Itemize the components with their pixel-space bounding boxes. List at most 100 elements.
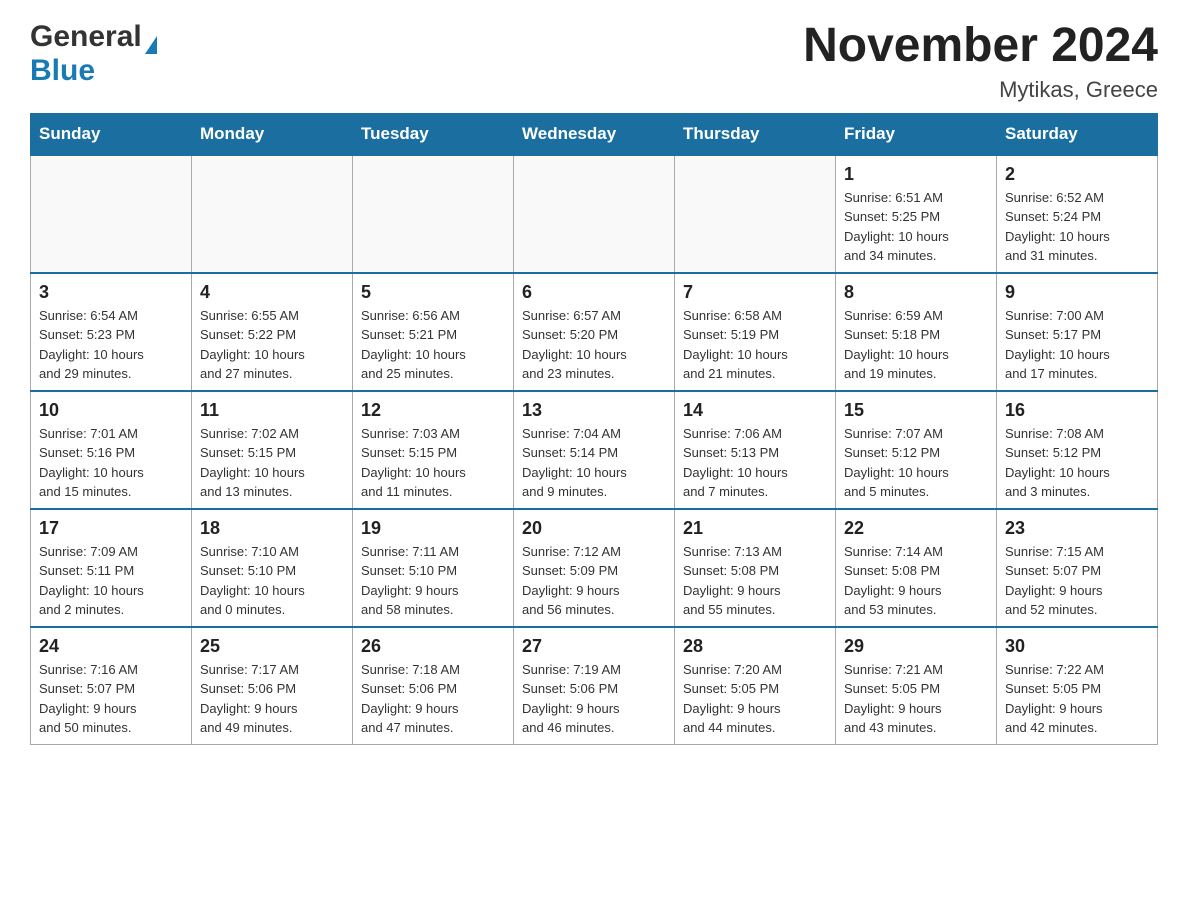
cell-week3-day3: 20 Sunrise: 7:12 AM Sunset: 5:09 PM Dayli…: [514, 509, 675, 627]
cell-week1-day2: 5Sunrise: 6:56 AM Sunset: 5:21 PM Daylig…: [353, 273, 514, 391]
day-number-13: 13: [522, 400, 666, 421]
day-info-21: Sunrise: 7:13 AM Sunset: 5:08 PM Dayligh…: [683, 542, 827, 620]
day-info-20: Sunrise: 7:12 AM Sunset: 5:09 PM Dayligh…: [522, 542, 666, 620]
cell-week3-day5: 22 Sunrise: 7:14 AM Sunset: 5:08 PM Dayli…: [836, 509, 997, 627]
calendar-table: Sunday Monday Tuesday Wednesday Thursday…: [30, 113, 1158, 745]
day-info-28: Sunrise: 7:20 AM Sunset: 5:05 PM Dayligh…: [683, 660, 827, 738]
col-tuesday: Tuesday: [353, 113, 514, 155]
logo-arrow-icon: [145, 36, 157, 54]
day-info-25: Sunrise: 7:17 AM Sunset: 5:06 PM Dayligh…: [200, 660, 344, 738]
logo-blue-text: Blue: [30, 54, 95, 88]
title-block: November 2024 Mytikas, Greece: [803, 20, 1158, 103]
cell-week4-day6: 30Sunrise: 7:22 AM Sunset: 5:05 PM Dayli…: [997, 627, 1158, 745]
cell-week0-day5: 1 Sunrise: 6:51 AM Sunset: 5:25 PM Daylig…: [836, 155, 997, 273]
day-number-18: 18: [200, 518, 344, 539]
cell-week0-day2: [353, 155, 514, 273]
day-number-20: 20: [522, 518, 666, 539]
cell-week2-day0: 10Sunrise: 7:01 AM Sunset: 5:16 PM Dayli…: [31, 391, 192, 509]
day-info-14: Sunrise: 7:06 AM Sunset: 5:13 PM Dayligh…: [683, 424, 827, 502]
cell-week1-day4: 7 Sunrise: 6:58 AM Sunset: 5:19 PM Daylig…: [675, 273, 836, 391]
day-number-28: 28: [683, 636, 827, 657]
cell-week3-day2: 19 Sunrise: 7:11 AM Sunset: 5:10 PM Dayli…: [353, 509, 514, 627]
week-row-1: 3 Sunrise: 6:54 AM Sunset: 5:23 PM Daylig…: [31, 273, 1158, 391]
day-number-15: 15: [844, 400, 988, 421]
day-info-23: Sunrise: 7:15 AM Sunset: 5:07 PM Dayligh…: [1005, 542, 1149, 620]
col-friday: Friday: [836, 113, 997, 155]
days-of-week-row: Sunday Monday Tuesday Wednesday Thursday…: [31, 113, 1158, 155]
day-number-10: 10: [39, 400, 183, 421]
cell-week4-day1: 25 Sunrise: 7:17 AM Sunset: 5:06 PM Dayli…: [192, 627, 353, 745]
cell-week0-day6: 2 Sunrise: 6:52 AM Sunset: 5:24 PM Daylig…: [997, 155, 1158, 273]
day-number-21: 21: [683, 518, 827, 539]
day-info-15: Sunrise: 7:07 AM Sunset: 5:12 PM Dayligh…: [844, 424, 988, 502]
day-number-7: 7: [683, 282, 827, 303]
day-info-1: Sunrise: 6:51 AM Sunset: 5:25 PM Dayligh…: [844, 188, 988, 266]
day-number-25: 25: [200, 636, 344, 657]
cell-week1-day0: 3 Sunrise: 6:54 AM Sunset: 5:23 PM Daylig…: [31, 273, 192, 391]
day-info-9: Sunrise: 7:00 AM Sunset: 5:17 PM Dayligh…: [1005, 306, 1149, 384]
logo: General Blue: [30, 20, 157, 88]
day-number-14: 14: [683, 400, 827, 421]
cell-week4-day4: 28 Sunrise: 7:20 AM Sunset: 5:05 PM Dayli…: [675, 627, 836, 745]
cell-week2-day5: 15 Sunrise: 7:07 AM Sunset: 5:12 PM Dayli…: [836, 391, 997, 509]
day-info-19: Sunrise: 7:11 AM Sunset: 5:10 PM Dayligh…: [361, 542, 505, 620]
day-info-22: Sunrise: 7:14 AM Sunset: 5:08 PM Dayligh…: [844, 542, 988, 620]
day-info-13: Sunrise: 7:04 AM Sunset: 5:14 PM Dayligh…: [522, 424, 666, 502]
day-info-18: Sunrise: 7:10 AM Sunset: 5:10 PM Dayligh…: [200, 542, 344, 620]
week-row-3: 17 Sunrise: 7:09 AM Sunset: 5:11 PM Dayli…: [31, 509, 1158, 627]
day-number-3: 3: [39, 282, 183, 303]
cell-week0-day0: [31, 155, 192, 273]
cell-week2-day3: 13 Sunrise: 7:04 AM Sunset: 5:14 PM Dayli…: [514, 391, 675, 509]
day-info-17: Sunrise: 7:09 AM Sunset: 5:11 PM Dayligh…: [39, 542, 183, 620]
day-number-9: 9: [1005, 282, 1149, 303]
week-row-2: 10Sunrise: 7:01 AM Sunset: 5:16 PM Dayli…: [31, 391, 1158, 509]
cell-week3-day6: 23 Sunrise: 7:15 AM Sunset: 5:07 PM Dayli…: [997, 509, 1158, 627]
day-number-30: 30: [1005, 636, 1149, 657]
day-number-19: 19: [361, 518, 505, 539]
cell-week3-day1: 18 Sunrise: 7:10 AM Sunset: 5:10 PM Dayli…: [192, 509, 353, 627]
cell-week4-day2: 26Sunrise: 7:18 AM Sunset: 5:06 PM Dayli…: [353, 627, 514, 745]
day-number-4: 4: [200, 282, 344, 303]
day-number-12: 12: [361, 400, 505, 421]
day-info-12: Sunrise: 7:03 AM Sunset: 5:15 PM Dayligh…: [361, 424, 505, 502]
day-number-22: 22: [844, 518, 988, 539]
cell-week0-day4: [675, 155, 836, 273]
day-number-23: 23: [1005, 518, 1149, 539]
day-info-2: Sunrise: 6:52 AM Sunset: 5:24 PM Dayligh…: [1005, 188, 1149, 266]
cell-week2-day4: 14 Sunrise: 7:06 AM Sunset: 5:13 PM Dayli…: [675, 391, 836, 509]
calendar-subtitle: Mytikas, Greece: [803, 77, 1158, 103]
cell-week2-day2: 12 Sunrise: 7:03 AM Sunset: 5:15 PM Dayli…: [353, 391, 514, 509]
page-header: General Blue November 2024 Mytikas, Gree…: [30, 20, 1158, 103]
day-number-16: 16: [1005, 400, 1149, 421]
calendar-body: 1 Sunrise: 6:51 AM Sunset: 5:25 PM Daylig…: [31, 155, 1158, 745]
week-row-4: 24Sunrise: 7:16 AM Sunset: 5:07 PM Dayli…: [31, 627, 1158, 745]
day-info-16: Sunrise: 7:08 AM Sunset: 5:12 PM Dayligh…: [1005, 424, 1149, 502]
day-info-3: Sunrise: 6:54 AM Sunset: 5:23 PM Dayligh…: [39, 306, 183, 384]
cell-week0-day3: [514, 155, 675, 273]
col-monday: Monday: [192, 113, 353, 155]
cell-week1-day6: 9 Sunrise: 7:00 AM Sunset: 5:17 PM Daylig…: [997, 273, 1158, 391]
day-number-17: 17: [39, 518, 183, 539]
cell-week3-day0: 17 Sunrise: 7:09 AM Sunset: 5:11 PM Dayli…: [31, 509, 192, 627]
day-number-5: 5: [361, 282, 505, 303]
day-number-26: 26: [361, 636, 505, 657]
cell-week4-day5: 29Sunrise: 7:21 AM Sunset: 5:05 PM Dayli…: [836, 627, 997, 745]
day-info-6: Sunrise: 6:57 AM Sunset: 5:20 PM Dayligh…: [522, 306, 666, 384]
cell-week1-day1: 4 Sunrise: 6:55 AM Sunset: 5:22 PM Daylig…: [192, 273, 353, 391]
day-number-29: 29: [844, 636, 988, 657]
cell-week0-day1: [192, 155, 353, 273]
cell-week4-day3: 27Sunrise: 7:19 AM Sunset: 5:06 PM Dayli…: [514, 627, 675, 745]
col-saturday: Saturday: [997, 113, 1158, 155]
day-number-11: 11: [200, 400, 344, 421]
day-info-27: Sunrise: 7:19 AM Sunset: 5:06 PM Dayligh…: [522, 660, 666, 738]
day-info-8: Sunrise: 6:59 AM Sunset: 5:18 PM Dayligh…: [844, 306, 988, 384]
cell-week2-day6: 16 Sunrise: 7:08 AM Sunset: 5:12 PM Dayli…: [997, 391, 1158, 509]
day-number-2: 2: [1005, 164, 1149, 185]
day-info-4: Sunrise: 6:55 AM Sunset: 5:22 PM Dayligh…: [200, 306, 344, 384]
day-info-7: Sunrise: 6:58 AM Sunset: 5:19 PM Dayligh…: [683, 306, 827, 384]
day-number-1: 1: [844, 164, 988, 185]
calendar-header: Sunday Monday Tuesday Wednesday Thursday…: [31, 113, 1158, 155]
day-number-24: 24: [39, 636, 183, 657]
col-wednesday: Wednesday: [514, 113, 675, 155]
cell-week3-day4: 21 Sunrise: 7:13 AM Sunset: 5:08 PM Dayli…: [675, 509, 836, 627]
